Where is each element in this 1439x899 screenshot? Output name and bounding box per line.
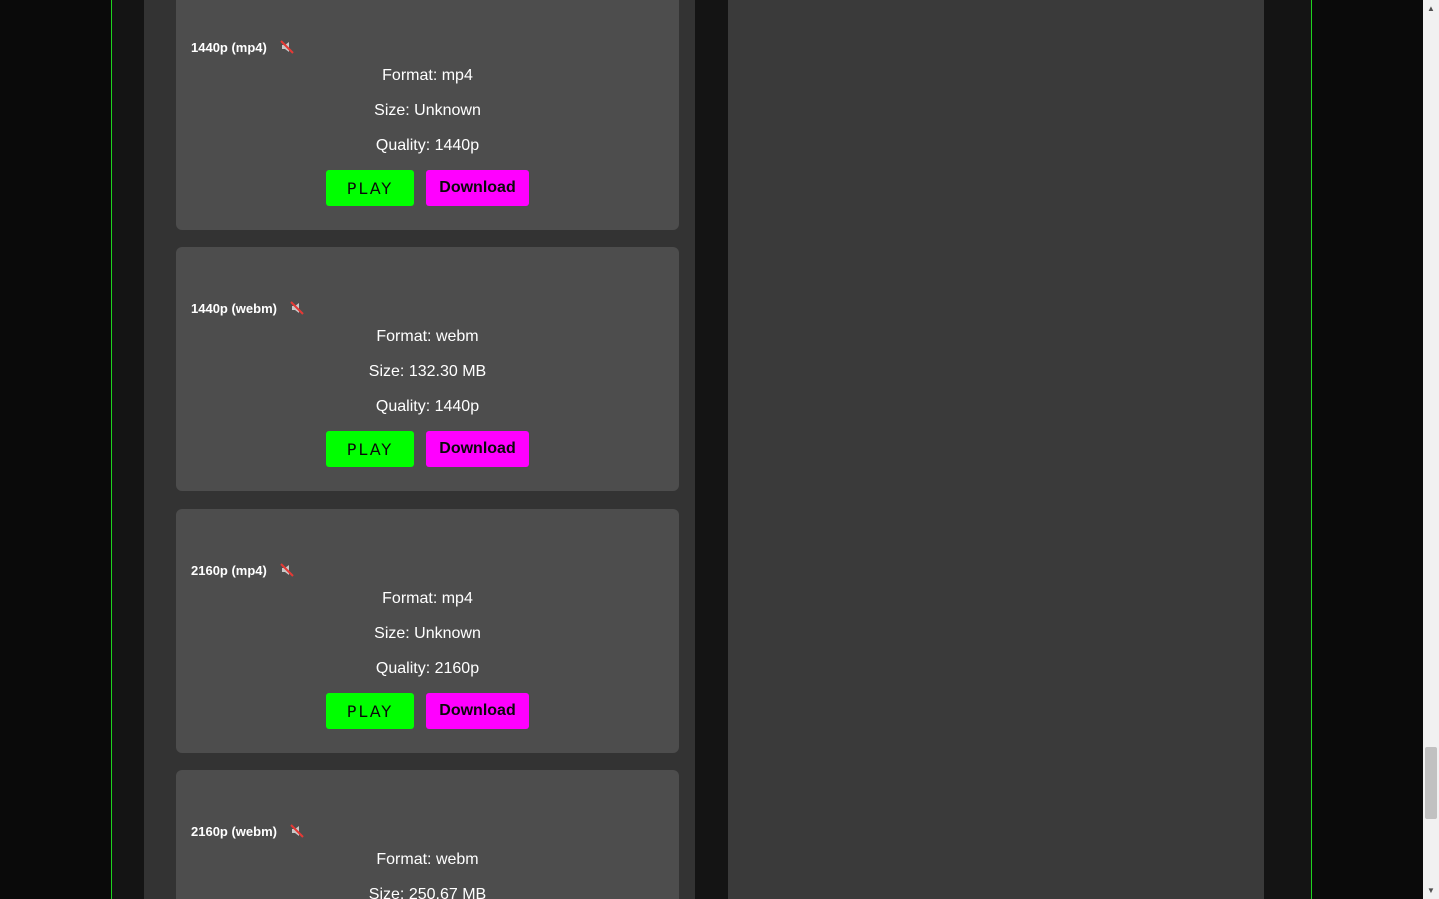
- muted-speaker-icon: [280, 563, 294, 577]
- format-title: 1440p (mp4): [191, 39, 267, 55]
- format-card: 2160p (webm) Format: webm Size: 250.67 M…: [176, 770, 679, 899]
- card-actions: PLAY Download: [176, 170, 679, 206]
- quality-label: Quality: 1440p: [375, 398, 480, 415]
- format-label: Format: mp4: [382, 67, 473, 84]
- format-label: Format: webm: [376, 328, 479, 345]
- format-header: 1440p (webm): [191, 298, 304, 318]
- muted-speaker-icon: [290, 824, 304, 838]
- format-title: 2160p (webm): [191, 823, 277, 839]
- card-actions: PLAY Download: [176, 431, 679, 467]
- format-label: Format: webm: [376, 851, 479, 868]
- format-header: 2160p (webm): [191, 821, 304, 841]
- scroll-up-arrow-icon[interactable]: ▲: [1423, 0, 1439, 17]
- scroll-thumb[interactable]: [1425, 747, 1437, 819]
- format-label: Format: mp4: [382, 590, 473, 607]
- format-header: 2160p (mp4): [191, 560, 294, 580]
- format-title: 1440p (webm): [191, 300, 277, 316]
- download-button[interactable]: Download: [426, 170, 529, 206]
- download-button[interactable]: Download: [426, 693, 529, 729]
- scroll-down-arrow-icon[interactable]: ▼: [1423, 882, 1439, 899]
- quality-label: Quality: 1440p: [375, 137, 480, 154]
- side-panel: [728, 0, 1264, 899]
- size-label: Size: Unknown: [374, 625, 481, 642]
- download-button[interactable]: Download: [426, 431, 529, 467]
- format-title: 2160p (mp4): [191, 562, 267, 578]
- play-button[interactable]: PLAY: [326, 693, 414, 729]
- page-scrollbar[interactable]: ▲ ▼: [1423, 0, 1439, 899]
- card-actions: PLAY Download: [176, 693, 679, 729]
- muted-speaker-icon: [280, 40, 294, 54]
- format-card: 1440p (mp4) Format: mp4 Size: Unknown Qu…: [176, 0, 679, 230]
- size-label: Size: 132.30 MB: [368, 363, 487, 380]
- format-header: 1440p (mp4): [191, 37, 294, 57]
- size-label: Size: 250.67 MB: [368, 886, 487, 899]
- format-card: 2160p (mp4) Format: mp4 Size: Unknown Qu…: [176, 509, 679, 753]
- size-label: Size: Unknown: [374, 102, 481, 119]
- format-card: 1440p (webm) Format: webm Size: 132.30 M…: [176, 247, 679, 491]
- play-button[interactable]: PLAY: [326, 170, 414, 206]
- play-button[interactable]: PLAY: [326, 431, 414, 467]
- muted-speaker-icon: [290, 301, 304, 315]
- quality-label: Quality: 2160p: [375, 660, 480, 677]
